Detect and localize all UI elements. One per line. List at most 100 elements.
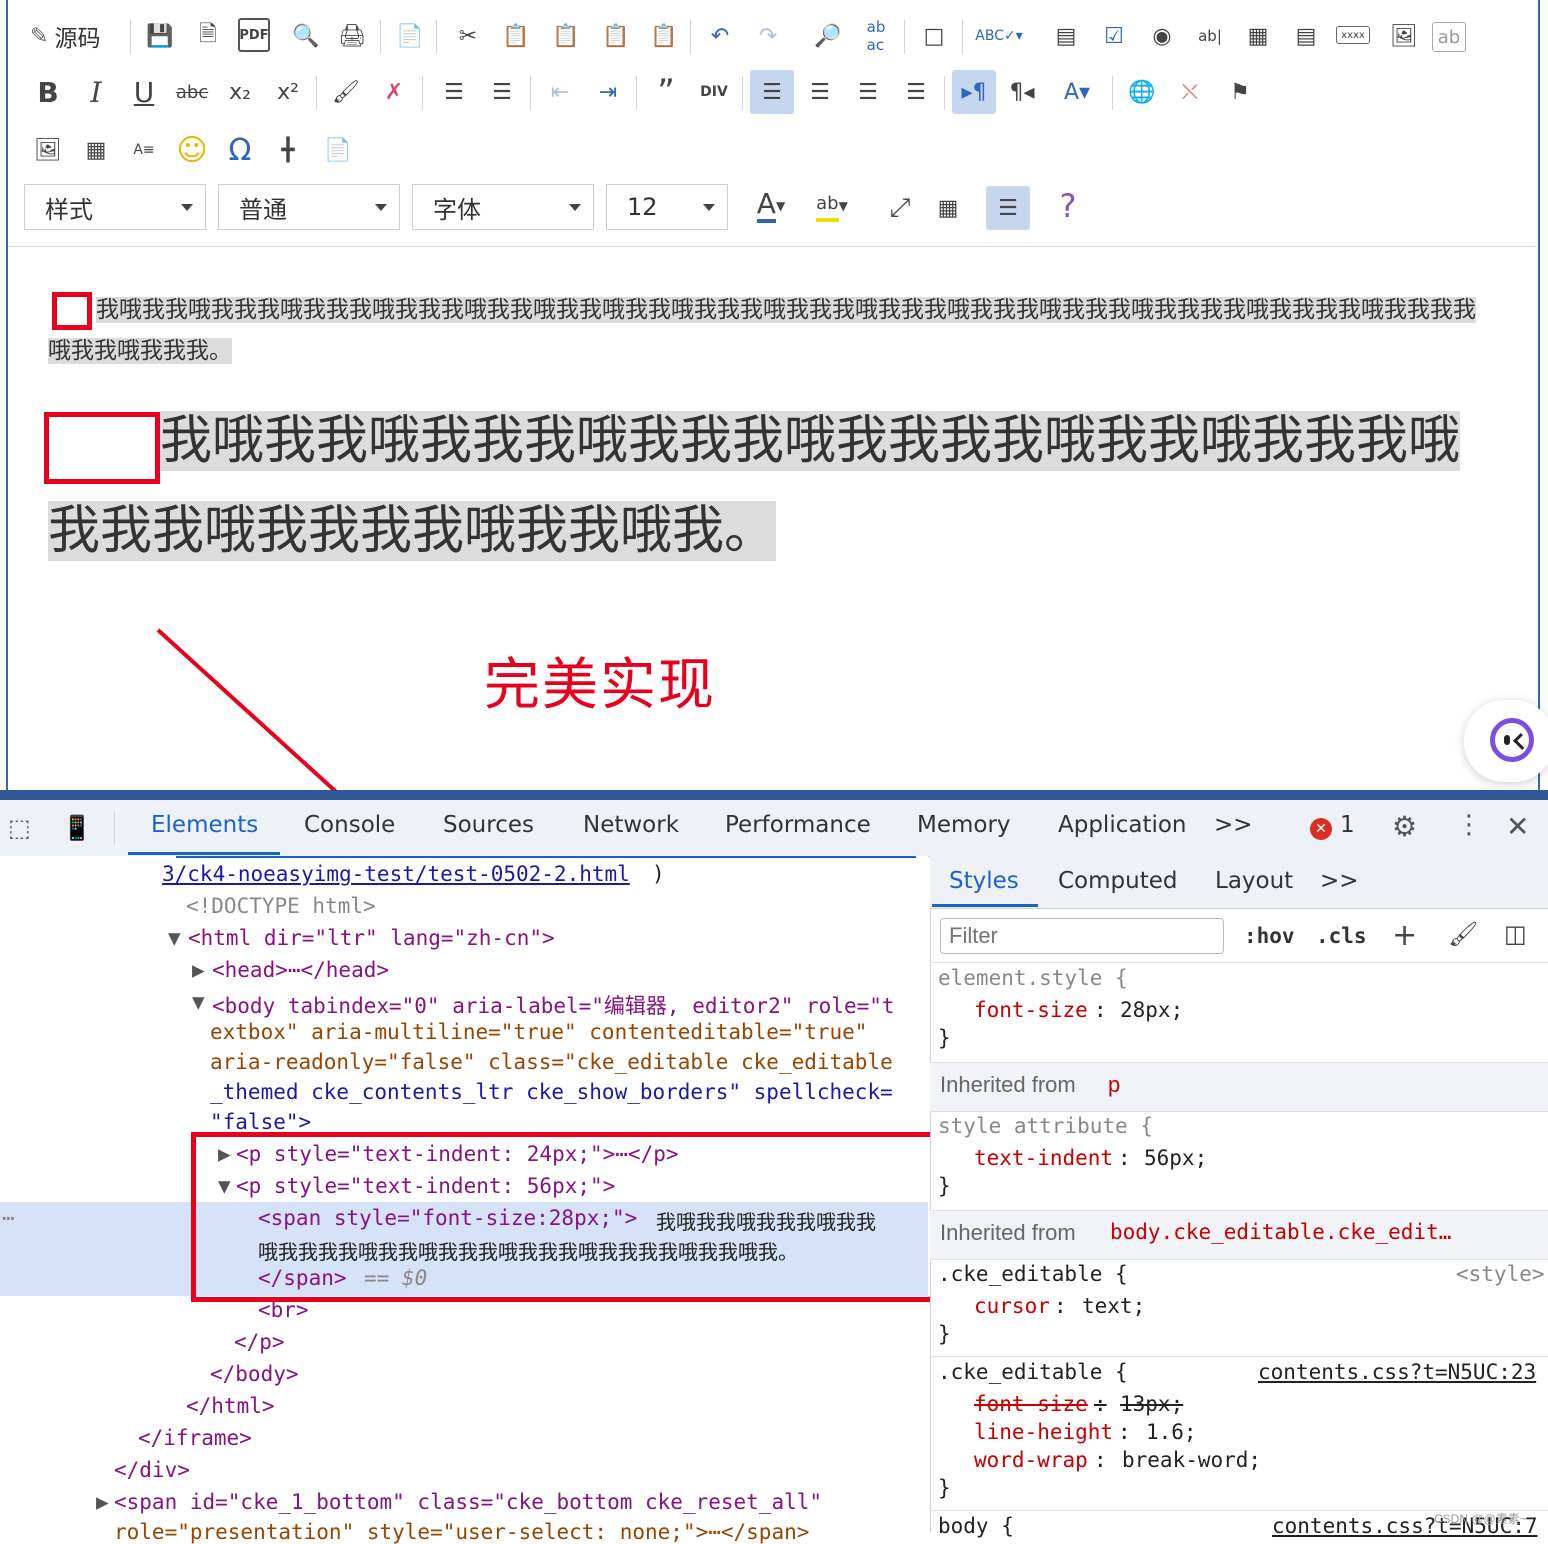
add-rule-icon[interactable]: + bbox=[1392, 918, 1417, 953]
rtl-icon[interactable]: ¶◂ bbox=[1004, 74, 1040, 110]
rule-source-link[interactable]: contents.css?t=N5UC:23 bbox=[1258, 1360, 1536, 1384]
tab-application[interactable]: Application bbox=[1058, 812, 1187, 838]
blockquote-icon[interactable]: ” bbox=[648, 72, 684, 112]
paste-text-icon[interactable]: 📋 bbox=[598, 18, 634, 54]
cls-toggle[interactable]: .cls bbox=[1316, 924, 1367, 948]
rule-property-overridden[interactable]: font-size bbox=[974, 1392, 1088, 1416]
rule-property[interactable]: font-size bbox=[974, 998, 1088, 1022]
frame-url-link[interactable]: 3/ck4-noeasyimg-test/test-0502-2.html bbox=[162, 862, 630, 886]
image-button-icon[interactable]: 🖼 bbox=[1386, 18, 1422, 54]
underline-icon[interactable]: U bbox=[126, 74, 162, 110]
expand-triangle-icon[interactable]: ▼ bbox=[168, 926, 181, 950]
find-icon[interactable]: 🔎 bbox=[810, 18, 846, 54]
inherited-tag[interactable]: p bbox=[1108, 1072, 1120, 1098]
tab-layout[interactable]: Layout bbox=[1215, 868, 1293, 894]
unlink-icon[interactable]: ⛌ bbox=[1172, 74, 1208, 110]
strike-icon[interactable]: abc bbox=[174, 74, 210, 110]
bold-icon[interactable]: B bbox=[30, 74, 66, 110]
error-icon[interactable]: ✕ bbox=[1310, 818, 1332, 840]
collapse-triangle-icon[interactable]: ▶ bbox=[192, 958, 205, 982]
paint-icon[interactable]: 🖌 bbox=[1448, 920, 1478, 948]
radio-icon[interactable]: ◉ bbox=[1144, 18, 1180, 54]
undo-icon[interactable]: ↶ bbox=[702, 18, 738, 54]
rule-value-overridden[interactable]: 13px; bbox=[1120, 1392, 1183, 1416]
tab-sources[interactable]: Sources bbox=[443, 812, 534, 838]
rule-property[interactable]: text-indent bbox=[974, 1146, 1113, 1170]
dom-head[interactable]: <head>⋯</head> bbox=[212, 958, 389, 982]
table-icon[interactable]: ▦ bbox=[78, 132, 114, 168]
rule-property[interactable]: line-height bbox=[974, 1420, 1113, 1444]
rule-value[interactable]: text; bbox=[1082, 1294, 1145, 1318]
rule-property[interactable]: word-wrap bbox=[974, 1448, 1088, 1472]
rule-value[interactable]: 1.6; bbox=[1146, 1420, 1197, 1444]
font-size-combo[interactable]: 12 bbox=[606, 184, 728, 230]
copy-icon[interactable]: 📋 bbox=[498, 18, 534, 54]
div-icon[interactable]: DIV bbox=[696, 74, 732, 110]
tab-computed[interactable]: Computed bbox=[1058, 868, 1177, 894]
text-color-icon[interactable]: A ▼ bbox=[746, 188, 796, 224]
indent-icon[interactable]: ⇥ bbox=[590, 74, 626, 110]
help-icon[interactable]: ? bbox=[1050, 187, 1086, 225]
special-char-icon[interactable]: Ω bbox=[222, 132, 258, 168]
anchor-icon[interactable]: ⚑ bbox=[1222, 74, 1258, 110]
redo-icon[interactable]: ↷ bbox=[750, 18, 786, 54]
language-icon[interactable]: A▾ bbox=[1052, 74, 1102, 110]
save-icon[interactable]: 💾 bbox=[142, 18, 178, 54]
rule-property[interactable]: cursor bbox=[974, 1294, 1050, 1318]
tab-styles[interactable]: Styles bbox=[949, 868, 1019, 894]
tab-network[interactable]: Network bbox=[583, 812, 679, 838]
textarea-icon[interactable]: ▦ bbox=[1240, 18, 1276, 54]
source-button[interactable]: ✎ 源码 bbox=[30, 18, 120, 54]
spellcheck-icon[interactable]: ABC✓▾ bbox=[974, 18, 1024, 54]
image-icon[interactable]: 🖼 bbox=[30, 132, 66, 168]
italic-icon[interactable]: I bbox=[78, 74, 114, 110]
smiley-icon[interactable]: ☺ bbox=[174, 132, 210, 168]
ltr-icon[interactable]: ▸¶ bbox=[952, 70, 996, 114]
pdf-icon[interactable]: PDF bbox=[238, 18, 270, 52]
dom-span-bottom[interactable]: <span id="cke_1_bottom" class="cke_botto… bbox=[114, 1490, 822, 1514]
tab-memory[interactable]: Memory bbox=[917, 812, 1011, 838]
rule-value[interactable]: 28px; bbox=[1120, 998, 1183, 1022]
expand-triangle-icon[interactable]: ▼ bbox=[192, 990, 205, 1014]
textfield-icon[interactable]: ab| bbox=[1192, 18, 1228, 54]
rule-value[interactable]: break-word; bbox=[1122, 1448, 1261, 1472]
paste-word-icon[interactable]: 📋 bbox=[646, 18, 682, 54]
new-page-icon[interactable]: 🗎 bbox=[190, 18, 226, 54]
dom-body-line[interactable]: <body tabindex="0" aria-label="编辑器, edit… bbox=[212, 990, 895, 1020]
error-count[interactable]: 1 bbox=[1340, 812, 1355, 838]
bulleted-list-icon[interactable]: ☰ bbox=[484, 74, 520, 110]
remove-format-icon[interactable]: ✗ bbox=[376, 74, 412, 110]
cut-icon[interactable]: ✂ bbox=[450, 18, 486, 54]
bg-color-icon[interactable]: ab ▼ bbox=[806, 188, 858, 224]
link-icon[interactable]: 🌐 bbox=[1124, 74, 1160, 110]
hidden-field-icon[interactable]: ab bbox=[1432, 22, 1466, 52]
dom-html-open[interactable]: <html dir="ltr" lang="zh-cn"> bbox=[188, 926, 555, 950]
outdent-icon[interactable]: ⇤ bbox=[542, 74, 578, 110]
paste-icon[interactable]: 📋 bbox=[548, 18, 584, 54]
button-field-icon[interactable]: xxxx bbox=[1336, 26, 1370, 44]
align-center-icon[interactable]: ☰ bbox=[802, 74, 838, 110]
align-right-icon[interactable]: ☰ bbox=[850, 74, 886, 110]
styles-combo[interactable]: 样式 bbox=[24, 184, 206, 230]
assistant-button[interactable] bbox=[1464, 700, 1548, 782]
more-style-tabs[interactable]: >> bbox=[1320, 868, 1359, 894]
horizontal-line-icon[interactable]: A≡ bbox=[126, 132, 162, 168]
sidebar-toggle-icon[interactable]: ◫ bbox=[1504, 920, 1527, 948]
print-icon[interactable]: 🖨 bbox=[334, 18, 370, 54]
iframe-icon[interactable]: 📄 bbox=[320, 132, 356, 168]
inspect-icon[interactable]: ⬚ bbox=[8, 814, 31, 842]
rule-source[interactable]: <style> bbox=[1456, 1262, 1545, 1286]
paragraph-1[interactable]: 我哦我我哦我我我哦我我我哦我我我哦我我哦我我哦我我哦我我我哦我我我哦我我我哦我我… bbox=[48, 290, 1498, 372]
format-combo[interactable]: 普通 bbox=[218, 184, 400, 230]
inherited-tag[interactable]: body.cke_editable.cke_edit… bbox=[1110, 1220, 1451, 1244]
tab-console[interactable]: Console bbox=[304, 812, 395, 838]
templates-icon[interactable]: 📄 bbox=[392, 18, 428, 54]
styles-filter-input[interactable] bbox=[940, 918, 1224, 954]
more-tabs-button[interactable]: >> bbox=[1214, 812, 1253, 838]
tab-performance[interactable]: Performance bbox=[725, 812, 871, 838]
font-combo[interactable]: 字体 bbox=[412, 184, 594, 230]
page-break-icon[interactable]: ╋ bbox=[270, 132, 306, 168]
replace-icon[interactable]: ab ac bbox=[858, 18, 894, 54]
more-options-icon[interactable]: ⋮ bbox=[1456, 810, 1482, 840]
select-all-icon[interactable]: □ bbox=[916, 18, 952, 54]
